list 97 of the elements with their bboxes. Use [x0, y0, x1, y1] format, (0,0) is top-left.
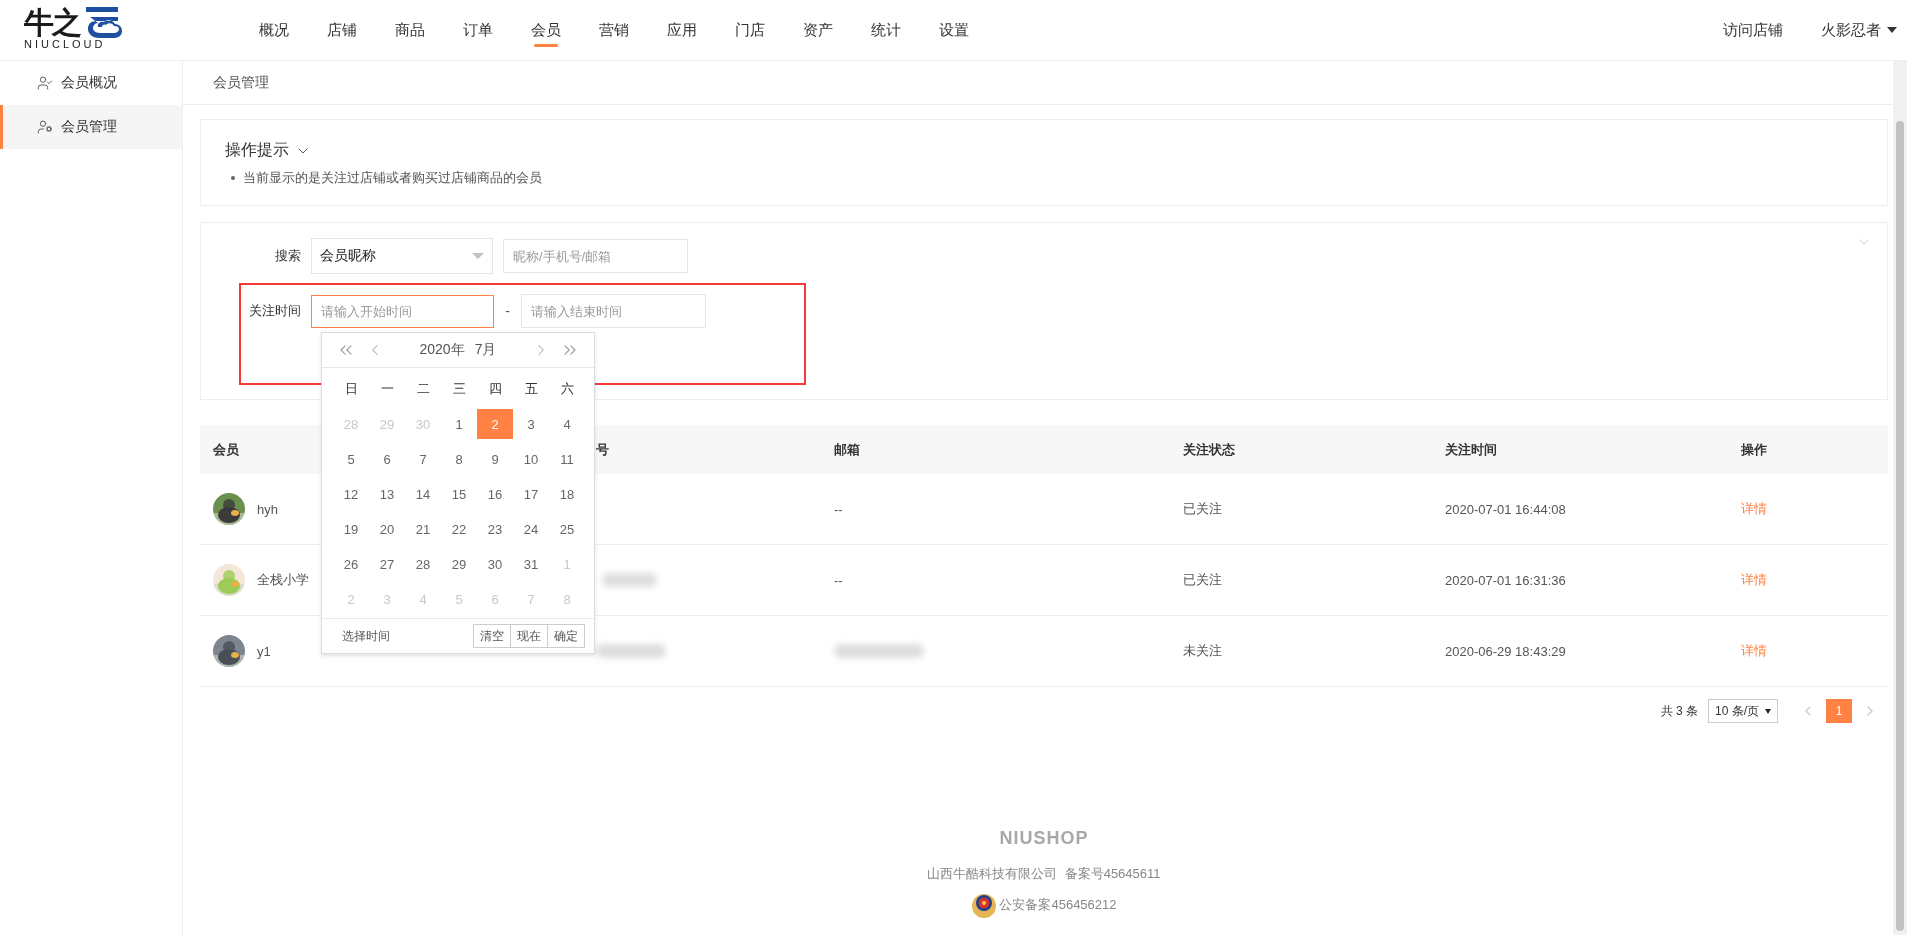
picker-button[interactable]: 现在 [510, 624, 548, 649]
weekday-label: 二 [415, 380, 431, 399]
calendar-day[interactable]: 11 [549, 444, 585, 475]
calendar-day[interactable]: 8 [441, 444, 477, 475]
nav-tab[interactable]: 统计 [852, 0, 920, 60]
nav-tab[interactable]: 设置 [920, 0, 988, 60]
scrollbar[interactable] [1893, 61, 1907, 935]
logo-text: 牛之 [24, 9, 80, 37]
caret-icon [1887, 27, 1897, 33]
weekday-label: 日 [343, 380, 359, 399]
search-label: 搜索 [274, 247, 302, 265]
calendar-day[interactable]: 19 [333, 514, 369, 545]
calendar-day[interactable]: 21 [405, 514, 441, 545]
calendar-day[interactable]: 7 [405, 444, 441, 475]
user-menu[interactable]: 火影忍者 [1821, 20, 1897, 40]
calendar-day[interactable]: 30 [477, 549, 513, 580]
nav-tab[interactable]: 资产 [784, 0, 852, 60]
sidebar-item[interactable]: 会员概况 [0, 61, 182, 105]
calendar-day[interactable]: 31 [513, 549, 549, 580]
calendar-day[interactable]: 27 [369, 549, 405, 580]
caret-icon [1765, 708, 1771, 714]
visit-store-link[interactable]: 访问店铺 [1723, 20, 1783, 40]
follow-time-label: 关注时间 [248, 302, 302, 320]
range-separator: - [504, 303, 511, 319]
end-time-field[interactable]: 请输入结束时间 [521, 294, 706, 328]
scrollbar-thumb[interactable] [1896, 121, 1904, 931]
time-cell: 2020-07-01 16:44:08 [1445, 501, 1566, 517]
nav-tab[interactable]: 订单 [444, 0, 512, 60]
calendar-day[interactable]: 26 [333, 549, 369, 580]
calendar-day[interactable]: 17 [513, 479, 549, 510]
email-cell: -- [834, 572, 843, 588]
weekday-label: 五 [523, 380, 539, 399]
police-record-text: 公安备案456456212 [999, 896, 1117, 914]
status-cell: 未关注 [1183, 642, 1222, 660]
column-header: 邮箱 [821, 425, 1170, 474]
bullet-icon [231, 176, 235, 180]
status-cell: 已关注 [1183, 500, 1222, 518]
weekday-label: 三 [451, 380, 467, 399]
caret-icon [472, 253, 484, 259]
status-cell: 已关注 [1183, 571, 1222, 589]
nav-tab[interactable]: 营销 [580, 0, 648, 60]
calendar-day[interactable]: 6 [369, 444, 405, 475]
month-label[interactable]: 7月 [474, 341, 497, 360]
calendar-day[interactable]: 12 [333, 479, 369, 510]
time-cell: 2020-06-29 18:43:29 [1445, 643, 1566, 659]
user-gear-icon [37, 119, 53, 135]
calendar-day[interactable]: 18 [549, 479, 585, 510]
search-field[interactable]: 昵称/手机号/邮箱 [503, 239, 688, 273]
nav-tab[interactable]: 应用 [648, 0, 716, 60]
active-underline [534, 44, 558, 47]
emblem-icon [971, 891, 998, 919]
calendar-day[interactable]: 28 [405, 549, 441, 580]
time-cell: 2020-07-01 16:31:36 [1445, 572, 1566, 588]
user-check-icon [37, 75, 53, 91]
weekday-label: 六 [559, 380, 575, 399]
picker-button[interactable]: 清空 [473, 624, 511, 649]
member-name: hyh [257, 501, 278, 517]
page-size-select[interactable]: 10 条/页 [1708, 699, 1778, 723]
calendar-day[interactable]: 5 [333, 444, 369, 475]
calendar-day[interactable]: 14 [405, 479, 441, 510]
email-cell: -- [834, 501, 843, 517]
calendar-day[interactable]: 23 [477, 514, 513, 545]
nav-tab[interactable]: 会员 [512, 0, 580, 60]
year-label[interactable]: 2020年 [419, 341, 465, 360]
calendar-day[interactable]: 22 [441, 514, 477, 545]
nav-tab[interactable]: 概况 [240, 0, 308, 60]
member-name: y1 [257, 643, 271, 659]
weekday-label: 一 [379, 380, 395, 399]
breadcrumb: 会员管理 [213, 73, 269, 92]
weekday-label: 四 [487, 380, 503, 399]
logo-subtitle: NIUCLOUD [24, 38, 106, 51]
column-header: 关注时间 [1432, 425, 1728, 474]
member-name: 全栈小学 [257, 571, 309, 589]
nav-tab[interactable]: 门店 [716, 0, 784, 60]
select-time-link[interactable]: 选择时间 [342, 627, 390, 645]
column-header: 操作 [1728, 425, 1888, 474]
footer-brand: NIUSHOP [999, 828, 1089, 849]
calendar-day[interactable]: 9 [477, 444, 513, 475]
sidebar-item[interactable]: 会员管理 [0, 105, 182, 149]
nav-tab[interactable]: 店铺 [308, 0, 376, 60]
tip-text: 当前显示的是关注过店铺或者购买过店铺商品的会员 [243, 169, 542, 187]
nav-tab[interactable]: 商品 [376, 0, 444, 60]
tips-title: 操作提示 [225, 140, 289, 160]
calendar-day[interactable]: 15 [441, 479, 477, 510]
calendar-day[interactable]: 16 [477, 479, 513, 510]
search-type-select[interactable]: 会员昵称 [311, 238, 493, 274]
picker-button[interactable]: 确定 [547, 624, 585, 649]
calendar-day[interactable]: 10 [513, 444, 549, 475]
calendar-day[interactable]: 25 [549, 514, 585, 545]
calendar-day[interactable]: 29 [441, 549, 477, 580]
start-time-field[interactable]: 请输入开始时间 [311, 294, 494, 328]
calendar-day[interactable]: 20 [369, 514, 405, 545]
calendar-day[interactable]: 24 [513, 514, 549, 545]
calendar-day[interactable]: 13 [369, 479, 405, 510]
column-header: 关注状态 [1170, 425, 1432, 474]
total-count: 共 3 条 [1660, 702, 1698, 720]
company-text: 山西牛酷科技有限公司 备案号45645611 [927, 865, 1161, 883]
